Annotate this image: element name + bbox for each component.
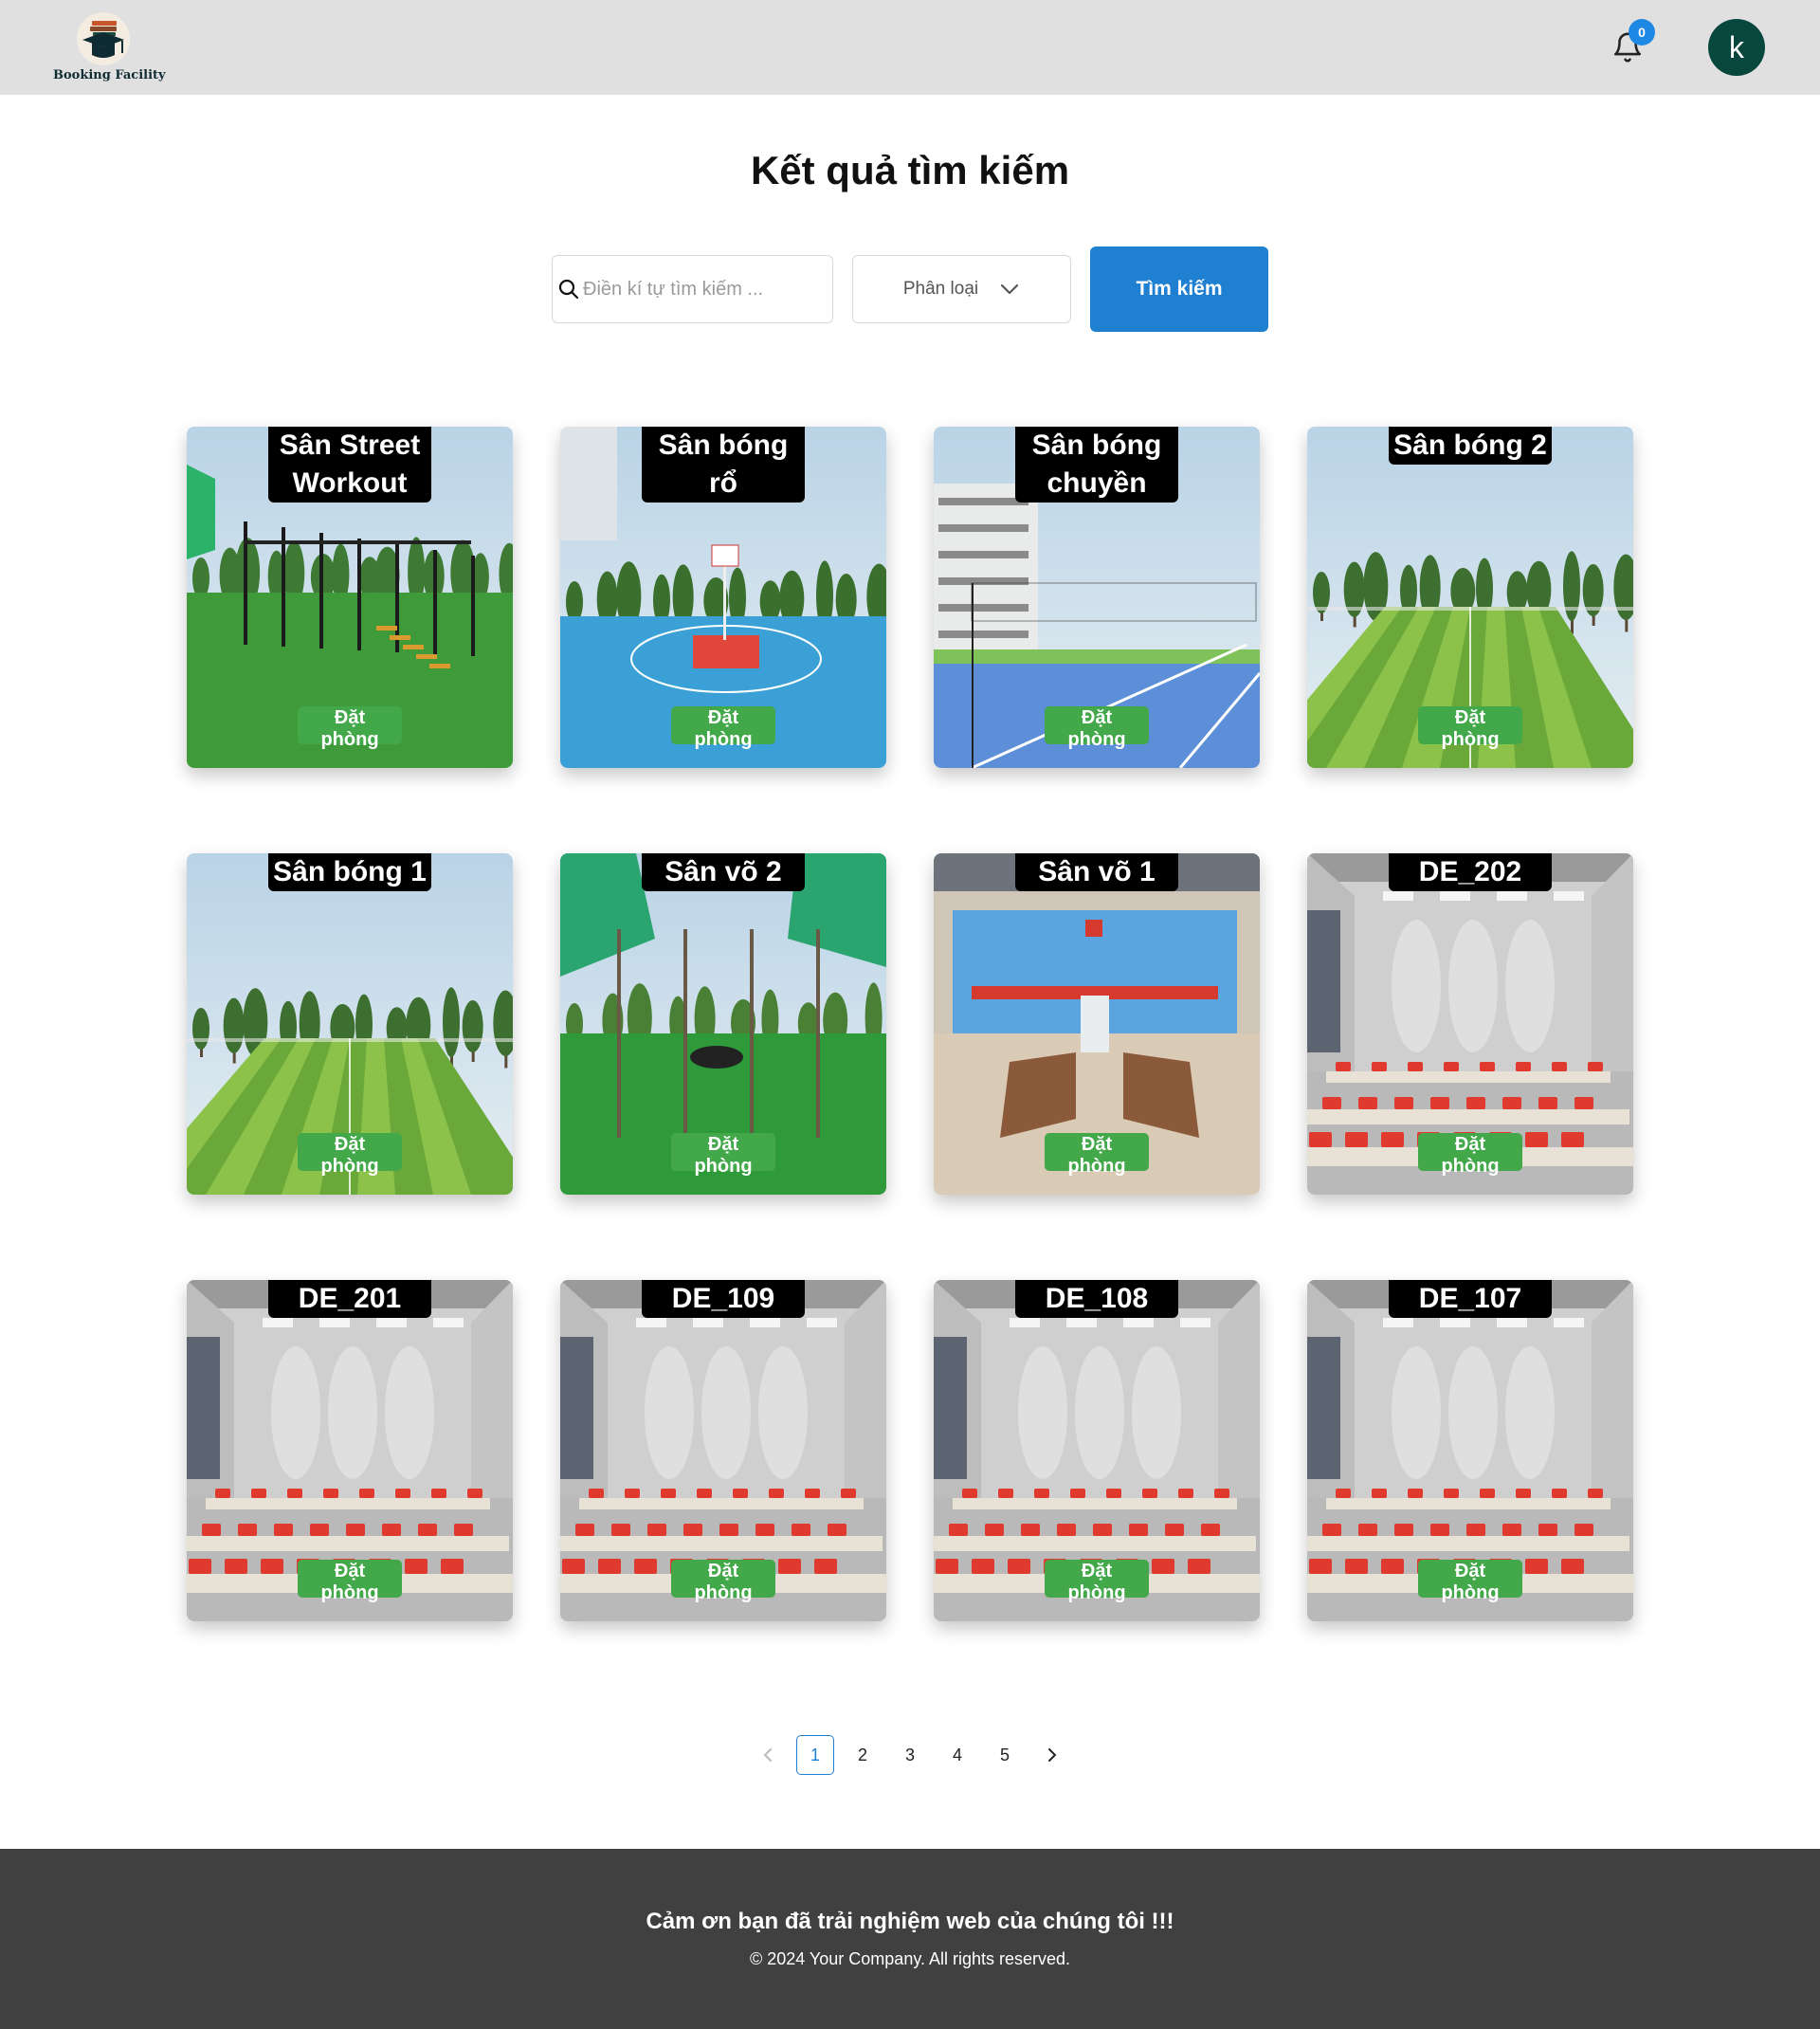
facility-card[interactable]: DE_108 Đặt phòng bbox=[934, 1280, 1260, 1621]
facility-name: Sân Street Workout bbox=[268, 427, 431, 503]
facility-name: Sân bóng 2 bbox=[1389, 427, 1552, 465]
search-icon bbox=[558, 279, 579, 300]
book-button[interactable]: Đặt phòng bbox=[1418, 1133, 1522, 1177]
pagination-page-5[interactable]: 5 bbox=[986, 1735, 1024, 1775]
search-input[interactable] bbox=[581, 256, 828, 322]
facility-name: Sân bóng rổ bbox=[642, 427, 805, 503]
pagination-page-2[interactable]: 2 bbox=[844, 1735, 882, 1775]
facility-card[interactable]: DE_201 Đặt phòng bbox=[187, 1280, 513, 1621]
search-button[interactable]: Tìm kiếm bbox=[1090, 247, 1268, 332]
facility-card[interactable]: Sân võ 2 Đặt phòng bbox=[560, 853, 886, 1195]
pagination-page-1[interactable]: 1 bbox=[796, 1735, 834, 1775]
facility-name: DE_108 bbox=[1015, 1280, 1178, 1318]
book-button[interactable]: Đặt phòng bbox=[1045, 1560, 1149, 1603]
book-button[interactable]: Đặt phòng bbox=[1045, 706, 1149, 750]
book-button[interactable]: Đặt phòng bbox=[671, 706, 775, 750]
facility-card[interactable]: DE_202 Đặt phòng bbox=[1307, 853, 1633, 1195]
facility-card[interactable]: DE_107 Đặt phòng bbox=[1307, 1280, 1633, 1621]
book-button[interactable]: Đặt phòng bbox=[671, 1560, 775, 1603]
pagination-page-4[interactable]: 4 bbox=[938, 1735, 976, 1775]
facility-name: DE_107 bbox=[1389, 1280, 1552, 1318]
facility-name: Sân bóng 1 bbox=[268, 853, 431, 891]
pagination-prev-button[interactable] bbox=[749, 1735, 787, 1775]
logo-icon bbox=[77, 12, 130, 65]
book-button[interactable]: Đặt phòng bbox=[1418, 706, 1522, 750]
facility-name: DE_202 bbox=[1389, 853, 1552, 891]
facility-card[interactable]: Sân bóng 1 Đặt phòng bbox=[187, 853, 513, 1195]
facility-card[interactable]: Sân Street Workout Đặt phòng bbox=[187, 427, 513, 768]
facility-name: DE_201 bbox=[268, 1280, 431, 1318]
facility-name: DE_109 bbox=[642, 1280, 805, 1318]
notification-button[interactable]: 0 bbox=[1608, 19, 1655, 68]
book-button[interactable]: Đặt phòng bbox=[1418, 1560, 1522, 1603]
category-select-label: Phân loại bbox=[902, 279, 979, 299]
chevron-left-icon bbox=[763, 1748, 772, 1762]
facility-card[interactable]: Sân võ 1 Đặt phòng bbox=[934, 853, 1260, 1195]
search-box[interactable] bbox=[552, 255, 833, 323]
notification-count-badge: 0 bbox=[1629, 19, 1655, 46]
book-button[interactable]: Đặt phòng bbox=[298, 1560, 402, 1603]
footer-copyright: © 2024 Your Company. All rights reserved… bbox=[749, 1949, 1071, 1968]
book-button[interactable]: Đặt phòng bbox=[298, 706, 402, 750]
facility-card[interactable]: Sân bóng rổ Đặt phòng bbox=[560, 427, 886, 768]
category-select[interactable]: Phân loại bbox=[852, 255, 1071, 323]
book-button[interactable]: Đặt phòng bbox=[298, 1133, 402, 1177]
facility-name: Sân võ 2 bbox=[642, 853, 805, 891]
page-title: Kết quả tìm kiếm bbox=[750, 148, 1070, 192]
logo[interactable]: Booking Facility bbox=[53, 11, 166, 87]
user-avatar[interactable]: k bbox=[1708, 19, 1765, 76]
pagination-page-3[interactable]: 3 bbox=[891, 1735, 929, 1775]
chevron-down-icon bbox=[1001, 283, 1019, 295]
facility-card[interactable]: Sân bóng chuyền Đặt phòng bbox=[934, 427, 1260, 768]
pagination-next-button[interactable] bbox=[1033, 1735, 1071, 1775]
footer-thanks: Cảm ơn bạn đã trải nghiệm web của chúng … bbox=[646, 1909, 1174, 1934]
logo-text: Booking Facility bbox=[53, 68, 166, 82]
facility-card[interactable]: Sân bóng 2 Đặt phòng bbox=[1307, 427, 1633, 768]
chevron-right-icon bbox=[1048, 1748, 1057, 1762]
facility-card[interactable]: DE_109 Đặt phòng bbox=[560, 1280, 886, 1621]
pagination: 12345 bbox=[0, 1735, 1820, 1775]
facility-name: Sân võ 1 bbox=[1015, 853, 1178, 891]
book-button[interactable]: Đặt phòng bbox=[671, 1133, 775, 1177]
facility-name: Sân bóng chuyền bbox=[1015, 427, 1178, 503]
top-header: Booking Facility 0 k bbox=[0, 0, 1820, 95]
book-button[interactable]: Đặt phòng bbox=[1045, 1133, 1149, 1177]
footer: Cảm ơn bạn đã trải nghiệm web của chúng … bbox=[0, 1849, 1820, 2029]
